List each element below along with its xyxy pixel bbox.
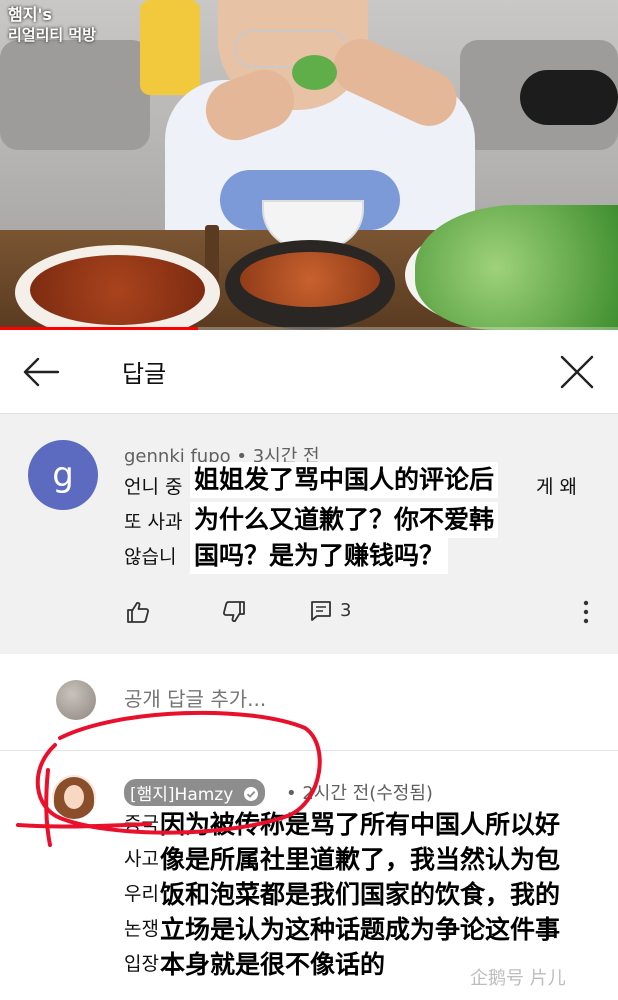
add-reply-row (0, 655, 618, 751)
user-avatar (56, 680, 96, 720)
translation-overlay-line: 为什么又道歉了？你不爱韩 (190, 502, 499, 538)
reply-count[interactable]: 3 (340, 600, 351, 621)
channel-watermark-line2: 리얼리티 먹방 (8, 26, 97, 44)
avatar-face (64, 785, 84, 809)
sofa-cushion (0, 40, 150, 150)
channel-watermark: 햄지's 리얼리티 먹방 (8, 4, 96, 46)
comment-text-fragment: 게 왜 (536, 476, 577, 498)
reply-comment: [햄지]Hamzy • 2시간 전(수정됨) 중국 사고 우리 논쟁 입장 因为… (0, 751, 618, 1000)
thumbs-up-icon[interactable] (126, 600, 150, 624)
comment-text-fragment: 입장 (124, 953, 159, 975)
replies-header: 답글 (0, 331, 618, 414)
avatar[interactable] (52, 775, 96, 819)
yellow-pillow (140, 0, 200, 95)
comment-text-fragment: 논쟁 (124, 918, 159, 940)
comment-text-fragment: 우리 (124, 883, 159, 905)
spicy-food (30, 255, 205, 325)
lettuce-wrap (292, 55, 337, 90)
black-dog (520, 70, 618, 125)
translation-overlay-line: 饭和泡菜都是我们国家的饮食，我的 (160, 880, 561, 909)
translation-overlay-line: 因为被传称是骂了所有中国人所以好 (160, 810, 561, 839)
author-name: [햄지]Hamzy (130, 785, 234, 805)
reply-icon[interactable] (310, 600, 332, 622)
comment-meta: • 2시간 전(수정됨) (286, 783, 433, 804)
translation-overlay-line: 姐姐发了骂中国人的评论后 (190, 462, 499, 498)
translation-overlay: 因为被传称是骂了所有中国人所以好 像是所属社里道歉了，我当然认为包 饭和泡菜都是… (160, 807, 610, 982)
add-reply-input[interactable] (124, 687, 564, 711)
translation-overlay-line: 像是所属社里道歉了，我当然认为包 (160, 845, 561, 874)
translation-overlay-line: 立场是认为这种话题成为争论这件事 (160, 915, 561, 944)
channel-watermark-line1: 햄지's (8, 5, 52, 24)
greens (415, 205, 618, 330)
avatar[interactable]: g (28, 440, 98, 510)
parent-comment: g gennki fupo • 3시간 전 언니 중 또 사과 않습니 게 왜 … (0, 414, 618, 654)
thumbs-down-icon[interactable] (222, 600, 246, 624)
verified-check-icon (243, 787, 258, 801)
author-badge[interactable]: [햄지]Hamzy (124, 779, 265, 806)
page-title: 답글 (122, 360, 167, 388)
video-player[interactable]: 햄지's 리얼리티 먹방 (0, 0, 618, 330)
site-watermark: 企鹅号 片儿 (470, 968, 566, 989)
comment-text-fragment: 사고 (124, 848, 159, 870)
comment-text-fragment: 중국 (124, 813, 159, 835)
more-vert-icon[interactable] (582, 600, 590, 624)
comment-text: 중국 사고 우리 논쟁 입장 (124, 807, 164, 982)
video-progress-fill[interactable] (0, 327, 198, 330)
close-x-icon[interactable] (558, 353, 596, 391)
video-progress-track[interactable] (198, 327, 618, 330)
translation-overlay-line: 国吗？是为了赚钱吗？ (190, 538, 449, 574)
arrow-left-icon[interactable] (22, 355, 60, 389)
stew (240, 252, 380, 307)
